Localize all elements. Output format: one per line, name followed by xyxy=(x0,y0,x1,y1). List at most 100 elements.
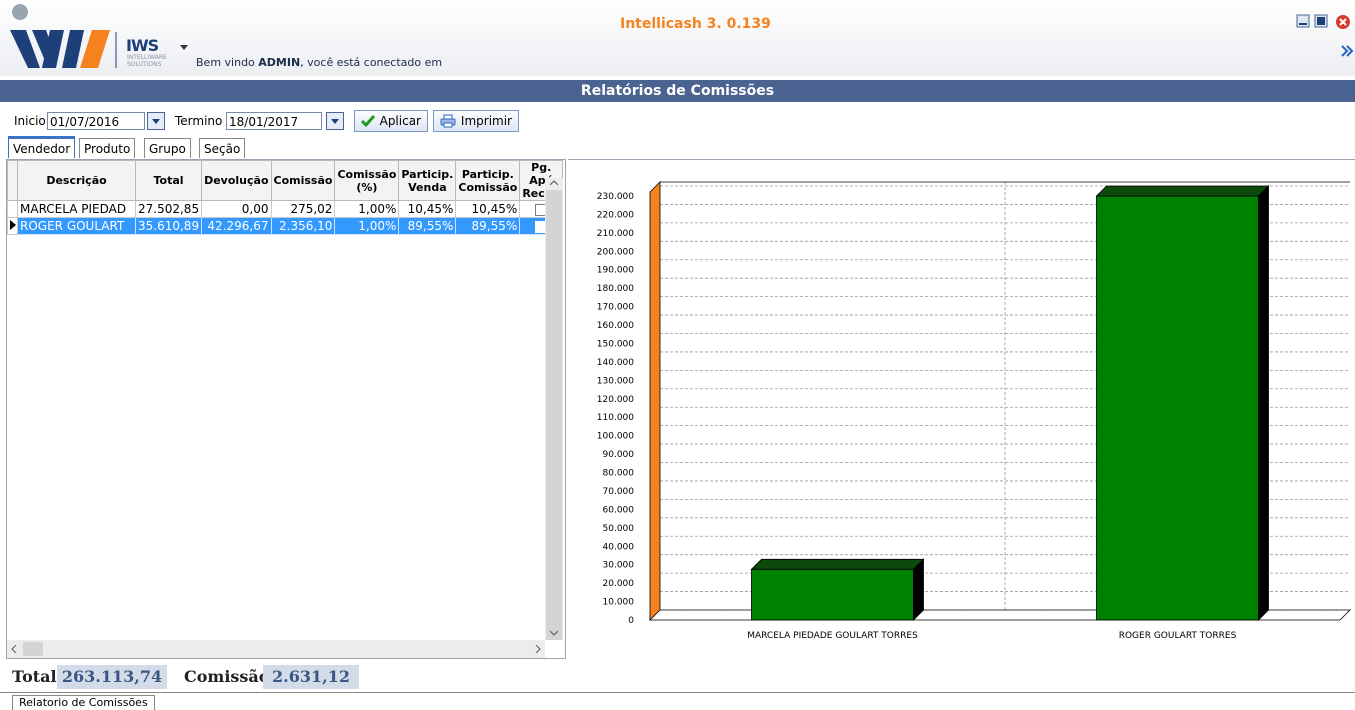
vertical-scrollbar-thumb[interactable] xyxy=(546,190,562,640)
comissao-total-value: 2.631,12 xyxy=(263,665,359,689)
app-header: IWS INTELLIWARE SOLUTIONS Bem vindo ADMI… xyxy=(0,0,1355,76)
termino-label: Termino xyxy=(175,114,223,128)
y-tick-label: 40.000 xyxy=(603,542,635,552)
cell-descricao[interactable]: ROGER GOULART xyxy=(17,217,136,235)
x-category-label: MARCELA PIEDADE GOULART TORRES xyxy=(747,631,918,641)
commission-table: Descrição Total Devolução Comissão Comis… xyxy=(6,159,566,659)
welcome-suffix: , você está conectado em xyxy=(300,56,443,69)
current-row-arrow-icon xyxy=(10,220,16,230)
scroll-down-icon[interactable] xyxy=(550,630,558,636)
y-tick-label: 70.000 xyxy=(603,487,635,497)
welcome-user: ADMIN xyxy=(258,56,301,69)
minimize-icon[interactable] xyxy=(1296,14,1310,31)
row-indicator-header xyxy=(7,160,18,201)
y-tick-label: 50.000 xyxy=(603,524,635,534)
y-tick-label: 220.000 xyxy=(597,210,634,220)
horizontal-scrollbar[interactable] xyxy=(7,640,545,658)
inicio-date-field[interactable]: 01/07/2016 xyxy=(47,112,145,130)
y-tick-label: 0 xyxy=(628,616,634,626)
cell-devolucao[interactable]: 0,00 xyxy=(201,200,272,218)
cell-descricao[interactable]: MARCELA PIEDAD xyxy=(17,200,136,218)
y-tick-label: 120.000 xyxy=(597,395,634,405)
bar-side-1 xyxy=(1258,185,1269,621)
cell-particip-comissao[interactable]: 89,55% xyxy=(455,217,521,235)
termino-date-field[interactable]: 18/01/2017 xyxy=(226,112,322,130)
y-tick-label: 150.000 xyxy=(597,339,634,349)
aplicar-button[interactable]: Aplicar xyxy=(354,110,428,132)
bottom-divider xyxy=(0,692,1355,693)
cell-particip-venda[interactable]: 89,55% xyxy=(398,217,457,235)
cell-comissao[interactable]: 2.356,10 xyxy=(270,217,336,235)
imprimir-button[interactable]: Imprimir xyxy=(433,110,519,132)
y-axis-wall xyxy=(649,181,661,621)
vertical-scrollbar[interactable] xyxy=(545,178,563,640)
window-controls xyxy=(1296,14,1355,57)
y-tick-label: 20.000 xyxy=(603,579,635,589)
logo-menu-dropdown-icon[interactable] xyxy=(180,40,188,54)
maximize-icon[interactable] xyxy=(1314,14,1328,31)
y-tick-label: 210.000 xyxy=(597,229,634,239)
column-header[interactable]: Comissão (%) xyxy=(334,160,400,201)
y-tick-label: 100.000 xyxy=(597,432,634,442)
cell-particip-comissao[interactable]: 10,45% xyxy=(455,200,521,218)
y-tick-label: 130.000 xyxy=(597,376,634,386)
bar-0 xyxy=(751,568,914,621)
scroll-left-icon[interactable] xyxy=(11,645,17,653)
total-label: Total xyxy=(12,667,57,686)
tab-relatorio-comissoes[interactable]: Relatorio de Comissões xyxy=(12,695,155,710)
table-row[interactable]: MARCELA PIEDAD 27.502,85 0,00 275,02 1,0… xyxy=(7,200,564,218)
y-tick-label: 10.000 xyxy=(603,598,635,608)
y-tick-label: 140.000 xyxy=(597,358,634,368)
cell-comissao[interactable]: 275,02 xyxy=(270,200,336,218)
cell-particip-venda[interactable]: 10,45% xyxy=(398,200,457,218)
comissao-total-label: Comissão xyxy=(184,667,270,686)
cell-total[interactable]: 27.502,85 xyxy=(134,200,203,218)
bar-chart-svg: 0 10.000 20.000 30.000 40.000 50.000 60.000 70.… xyxy=(597,181,1351,641)
column-header[interactable]: Comissão xyxy=(270,160,336,201)
column-header[interactable]: Particip. Comissão xyxy=(455,160,521,201)
y-tick-label: 80.000 xyxy=(603,469,635,479)
column-header[interactable]: Devolução xyxy=(201,160,272,201)
y-tick-label: 180.000 xyxy=(597,284,634,294)
table-header-row: Descrição Total Devolução Comissão Comis… xyxy=(7,160,564,201)
y-tick-label: 110.000 xyxy=(597,413,634,423)
chevron-down-icon xyxy=(152,118,160,124)
chevron-down-icon xyxy=(331,118,339,124)
y-tick-label: 60.000 xyxy=(603,505,635,515)
column-header[interactable]: Particip. Venda xyxy=(398,160,457,201)
cell-devolucao[interactable]: 42.296,67 xyxy=(201,217,272,235)
cell-total[interactable]: 35.610,89 xyxy=(134,217,203,235)
close-icon[interactable] xyxy=(1334,14,1352,33)
bar-top-1 xyxy=(1095,185,1270,197)
total-value: 263.113,74 xyxy=(57,665,167,689)
column-header[interactable]: Descrição xyxy=(17,160,136,201)
cell-comissao-pct[interactable]: 1,00% xyxy=(334,217,400,235)
commission-grid: Descrição Total Devolução Comissão Comis… xyxy=(7,160,564,235)
table-row-selected[interactable]: ROGER GOULART 35.610,89 42.296,67 2.356,… xyxy=(7,217,564,235)
scroll-up-icon[interactable] xyxy=(550,180,558,186)
tab-grupo[interactable]: Grupo xyxy=(144,138,191,158)
tab-vendedor[interactable]: Vendedor xyxy=(8,136,76,158)
tab-secao[interactable]: Seção xyxy=(199,138,246,158)
logo-subtitle: INTELLIWARE SOLUTIONS xyxy=(127,54,167,68)
tab-produto[interactable]: Produto xyxy=(79,138,136,158)
expand-panel-icon[interactable] xyxy=(1340,44,1354,61)
aplicar-label: Aplicar xyxy=(379,114,421,128)
horizontal-scrollbar-thumb[interactable] xyxy=(23,642,43,656)
y-tick-label: 160.000 xyxy=(597,321,634,331)
row-indicator xyxy=(7,217,18,235)
checkmark-icon xyxy=(361,115,375,127)
window-title-bar: Relatórios de Comissões xyxy=(0,80,1355,102)
commission-chart: 0 10.000 20.000 30.000 40.000 50.000 60.000 70.… xyxy=(568,159,1355,660)
termino-dropdown-button[interactable] xyxy=(326,112,344,130)
scroll-right-icon[interactable] xyxy=(535,645,541,653)
y-tick-label: 170.000 xyxy=(597,303,634,313)
bar-side-0 xyxy=(913,558,924,621)
cell-comissao-pct[interactable]: 1,00% xyxy=(334,200,400,218)
bar-1 xyxy=(1096,195,1259,621)
imprimir-label: Imprimir xyxy=(460,114,512,128)
welcome-prefix: Bem vindo xyxy=(196,56,259,69)
printer-icon xyxy=(440,114,456,128)
column-header[interactable]: Total xyxy=(134,160,203,201)
inicio-dropdown-button[interactable] xyxy=(147,112,165,130)
